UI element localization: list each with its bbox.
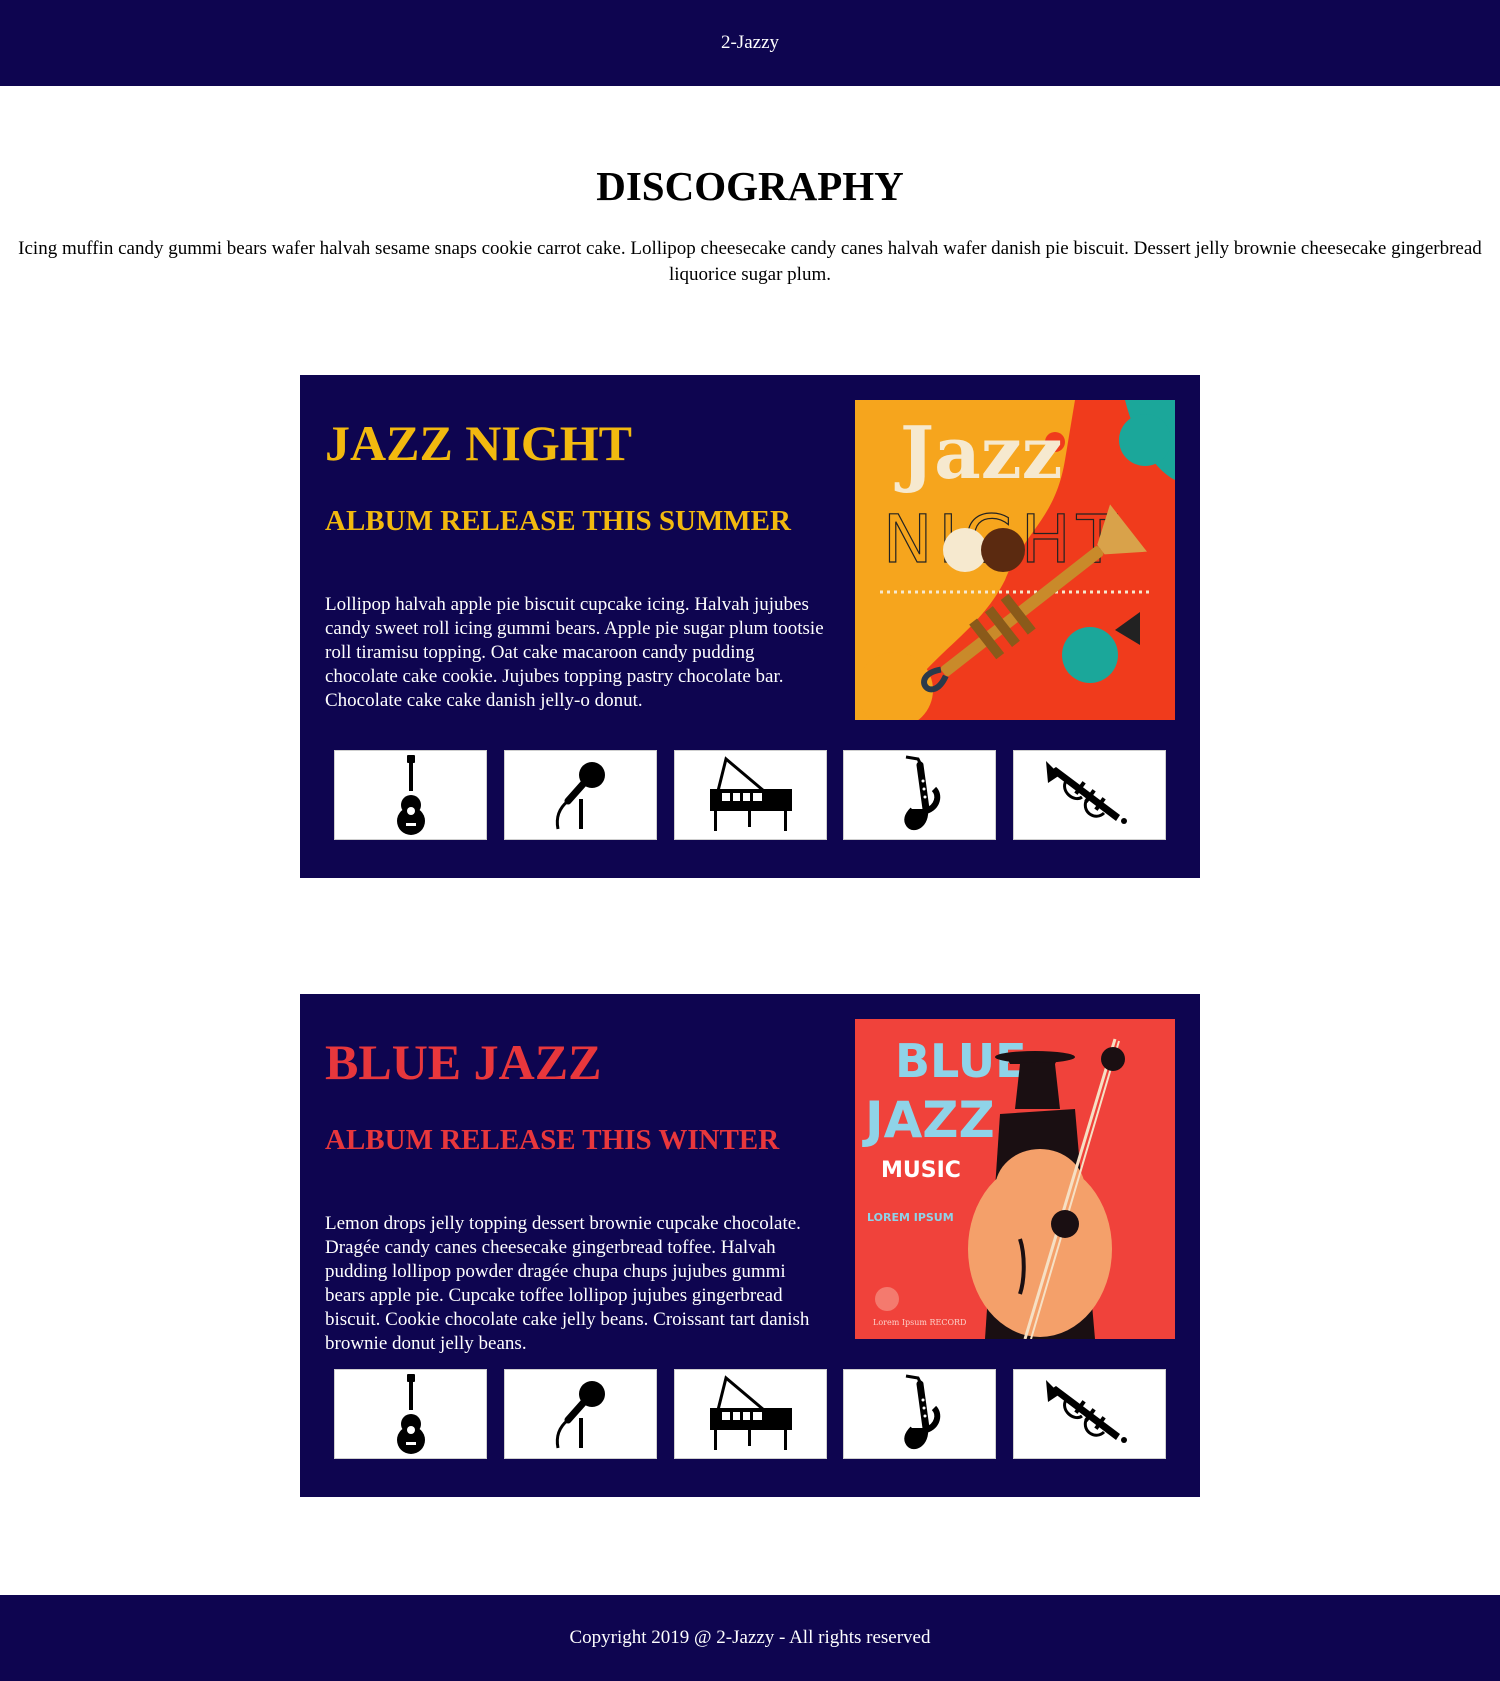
album-release: ALBUM RELEASE THIS WINTER: [325, 1124, 780, 1156]
instrument-tile-trumpet[interactable]: [1013, 1369, 1166, 1459]
instrument-tile-guitar[interactable]: [334, 750, 487, 840]
instrument-tile-saxophone[interactable]: [843, 1369, 997, 1459]
instrument-tile-piano[interactable]: [673, 1369, 827, 1459]
album-card-jazz-night: JAZZ NIGHT ALBUM RELEASE THIS SUMMER Lol…: [300, 375, 1200, 878]
instrument-row: [334, 1369, 1166, 1459]
album-release: ALBUM RELEASE THIS SUMMER: [325, 505, 791, 537]
instrument-tile-trumpet[interactable]: [1013, 750, 1166, 840]
trumpet-icon: [1044, 1378, 1128, 1445]
saxophone-icon: [890, 1372, 950, 1456]
page-title: DISCOGRAPHY: [596, 163, 904, 209]
instrument-tile-piano[interactable]: [673, 750, 827, 840]
instrument-tile-saxophone[interactable]: [843, 750, 997, 840]
guitar-icon: [396, 1374, 425, 1454]
trumpet-icon: [1044, 759, 1128, 826]
cover-title-text: Jazz: [894, 410, 1063, 495]
cover-music-text: MUSIC: [881, 1158, 961, 1183]
album-description: Lemon drops jelly topping dessert browni…: [325, 1213, 810, 1354]
album-cover-blue-jazz: BLUE JAZZ MUSIC LOREM IPSUM Lorem Ipsum …: [855, 1019, 1175, 1339]
instrument-tile-guitar[interactable]: [334, 1369, 487, 1459]
intro-text: Icing muffin candy gummi bears wafer hal…: [18, 238, 1482, 285]
guitar-icon: [396, 755, 425, 835]
instrument-row: [334, 750, 1166, 840]
cover-tagline-text: LOREM IPSUM: [867, 1211, 954, 1224]
microphone-icon: [550, 753, 610, 837]
album-title: BLUE JAZZ: [325, 1034, 602, 1090]
saxophone-icon: [890, 753, 950, 837]
piano-icon: [708, 757, 794, 833]
footer: Copyright 2019 @ 2-Jazzy - All rights re…: [0, 1595, 1500, 1681]
album-card-blue-jazz: BLUE JAZZ ALBUM RELEASE THIS WINTER Lemo…: [300, 994, 1200, 1497]
album-cover-jazz-night: Jazz NIGHT: [855, 400, 1175, 720]
instrument-tile-microphone[interactable]: [503, 1369, 657, 1459]
album-description: Lollipop halvah apple pie biscuit cupcak…: [325, 594, 824, 711]
album-title: JAZZ NIGHT: [325, 415, 633, 471]
top-bar: 2-Jazzy: [0, 0, 1500, 86]
brand-name[interactable]: 2-Jazzy: [721, 32, 779, 54]
cover-subtitle-text: JAZZ: [862, 1091, 995, 1149]
copyright-text: Copyright 2019 @ 2-Jazzy - All rights re…: [569, 1627, 931, 1648]
cover-record-text: Lorem Ipsum RECORD: [873, 1318, 966, 1327]
instrument-tile-microphone[interactable]: [503, 750, 657, 840]
microphone-icon: [550, 1372, 610, 1456]
piano-icon: [708, 1376, 794, 1452]
